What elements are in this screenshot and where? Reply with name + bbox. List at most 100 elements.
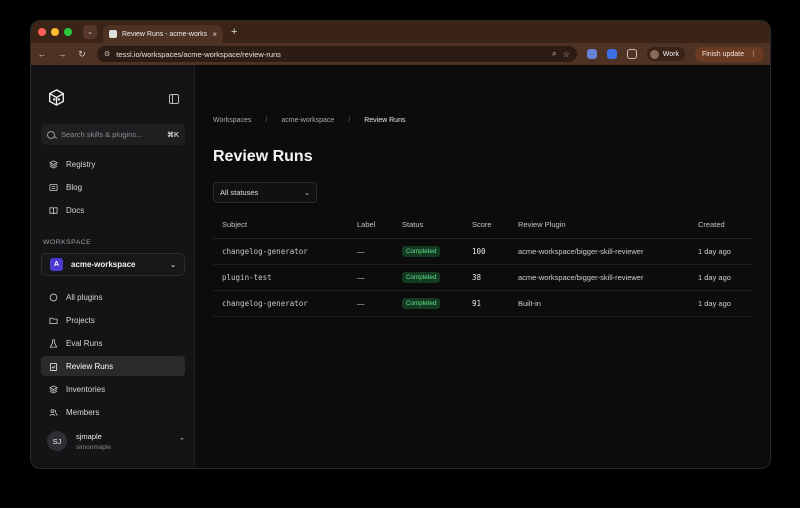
- cell-score: 38: [463, 264, 509, 291]
- breadcrumb-acme-workspace[interactable]: acme-workspace: [281, 117, 334, 124]
- column-header-score: Score: [463, 212, 509, 239]
- sidebar-item-review-runs[interactable]: Review Runs: [41, 356, 185, 376]
- user-name: sjmaple: [76, 431, 102, 441]
- sidebar-item-label: Review Runs: [66, 361, 114, 371]
- new-tab-button[interactable]: +: [231, 26, 237, 38]
- breadcrumb: Workspaces / acme-workspace / Review Run…: [213, 117, 405, 124]
- finish-update-label: Finish update: [701, 50, 744, 58]
- search-icon: [47, 130, 55, 139]
- user-handle: simonmaple: [76, 443, 112, 451]
- sidebar-item-blog[interactable]: Blog: [41, 177, 185, 197]
- profile-avatar: [649, 49, 659, 59]
- tessl-favicon-icon: [109, 30, 117, 38]
- table-row[interactable]: plugin-test — Completed 38 acme-workspac…: [213, 264, 752, 291]
- newspaper-icon: [49, 183, 58, 192]
- flask-icon: [49, 338, 58, 348]
- clipboard-check-icon: [49, 362, 58, 371]
- browser-toolbar: ← → ↻ ⚙ tessl.io/workspaces/acme-workspa…: [31, 43, 770, 65]
- sidebar-item-label: Eval Runs: [66, 338, 103, 348]
- chevron-down-icon: ⌄: [87, 29, 93, 36]
- more-vertical-icon: ⋮: [750, 51, 757, 58]
- sidebar-item-label: All plugins: [66, 292, 103, 302]
- breadcrumb-workspaces[interactable]: Workspaces: [213, 117, 251, 124]
- tab-title: Review Runs - acme-worksp...: [122, 30, 208, 38]
- extension-icon[interactable]: [586, 49, 597, 59]
- user-menu[interactable]: SJ sjmaple simonmaple ⌃: [47, 428, 185, 454]
- forward-button[interactable]: →: [57, 49, 67, 59]
- sidebar-item-eval-runs[interactable]: Eval Runs: [41, 333, 185, 353]
- minimize-window-button[interactable]: [51, 28, 59, 36]
- cell-status: Completed: [393, 264, 463, 291]
- circle-icon: [49, 293, 58, 302]
- cell-label: —: [348, 264, 393, 291]
- cell-subject: changelog-generator: [213, 238, 348, 265]
- sidebar-item-label: Inventories: [66, 384, 106, 394]
- extension-icon[interactable]: [606, 49, 617, 59]
- close-tab-icon[interactable]: ×: [212, 30, 217, 39]
- bookmark-star-icon[interactable]: ☆: [563, 50, 570, 59]
- cell-created: 1 day ago: [689, 290, 752, 317]
- close-window-button[interactable]: [38, 28, 46, 36]
- profile-button[interactable]: Work: [646, 47, 685, 61]
- cell-score: 100: [463, 238, 509, 265]
- status-filter-value: All statuses: [220, 188, 259, 197]
- collapse-sidebar-icon[interactable]: [169, 94, 179, 104]
- breadcrumb-separator: /: [348, 117, 351, 124]
- tab-strip: ⌄ Review Runs - acme-worksp... × +: [31, 21, 770, 43]
- sidebar-item-docs[interactable]: Docs: [41, 200, 185, 220]
- status-badge: Completed: [402, 271, 441, 283]
- breadcrumb-current: Review Runs: [364, 117, 406, 124]
- avatar: SJ: [47, 431, 67, 451]
- cell-subject: changelog-generator: [213, 290, 348, 317]
- layers-icon: [49, 384, 58, 394]
- sidebar-item-label: Projects: [66, 315, 95, 325]
- sidebar-item-label: Blog: [66, 182, 83, 192]
- book-icon: [49, 206, 58, 215]
- back-button[interactable]: ←: [37, 49, 47, 59]
- workspace-name: acme-workspace: [71, 260, 136, 269]
- breadcrumb-separator: /: [265, 117, 268, 124]
- tessl-logo-icon[interactable]: [48, 89, 65, 106]
- app-root: Search skills & plugins... ⌘K Registry B…: [31, 65, 770, 468]
- status-filter-select[interactable]: All statuses ⌄: [213, 182, 317, 203]
- cell-created: 1 day ago: [689, 264, 752, 291]
- column-header-created: Created: [689, 212, 752, 239]
- search-input[interactable]: Search skills & plugins... ⌘K: [41, 124, 185, 145]
- column-header-review-plugin: Review Plugin: [509, 212, 689, 239]
- tab-review-runs[interactable]: Review Runs - acme-worksp... ×: [103, 25, 223, 43]
- url-text[interactable]: tessl.io/workspaces/acme-workspace/revie…: [116, 50, 546, 59]
- chevron-up-icon: ⌃: [179, 438, 185, 445]
- sidebar: Search skills & plugins... ⌘K Registry B…: [31, 65, 195, 468]
- extensions-puzzle-icon[interactable]: [626, 49, 637, 59]
- window-controls: [38, 28, 72, 36]
- user-info: sjmaple simonmaple: [76, 432, 170, 451]
- column-header-status: Status: [393, 212, 463, 239]
- sidebar-item-inventories[interactable]: Inventories: [41, 379, 185, 399]
- page-title: Review Runs: [213, 148, 313, 165]
- cell-created: 1 day ago: [689, 238, 752, 265]
- finish-update-button[interactable]: Finish update ⋮: [694, 46, 764, 62]
- chevron-down-icon: ⌄: [170, 261, 176, 269]
- sidebar-item-projects[interactable]: Projects: [41, 310, 185, 330]
- column-header-label: Label: [348, 212, 393, 239]
- sidebar-item-members[interactable]: Members: [41, 402, 185, 422]
- cell-score: 91: [463, 290, 509, 317]
- sidebar-item-label: Members: [66, 407, 100, 417]
- main-content: Workspaces / acme-workspace / Review Run…: [195, 65, 770, 468]
- workspace-selector[interactable]: A acme-workspace ⌄: [41, 253, 185, 276]
- address-bar[interactable]: ⚙ tessl.io/workspaces/acme-workspace/rev…: [97, 46, 577, 62]
- site-settings-icon[interactable]: ⚙: [104, 50, 110, 58]
- chevron-down-icon: ⌄: [304, 189, 310, 197]
- search-placeholder: Search skills & plugins...: [61, 130, 143, 139]
- table-row[interactable]: changelog-generator — Completed 100 acme…: [213, 238, 752, 265]
- maximize-window-button[interactable]: [64, 28, 72, 36]
- table-row[interactable]: changelog-generator — Completed 91 Built…: [213, 290, 752, 317]
- layers-icon: [49, 159, 58, 169]
- tab-search-button[interactable]: ⌄: [83, 25, 97, 39]
- sidebar-item-registry[interactable]: Registry: [41, 154, 185, 174]
- reload-button[interactable]: ↻: [77, 49, 87, 60]
- cell-review-plugin: Built-in: [509, 290, 689, 317]
- zoom-icon[interactable]: ⌕: [552, 49, 556, 59]
- status-badge: Completed: [402, 245, 441, 257]
- sidebar-item-all-plugins[interactable]: All plugins: [41, 287, 185, 307]
